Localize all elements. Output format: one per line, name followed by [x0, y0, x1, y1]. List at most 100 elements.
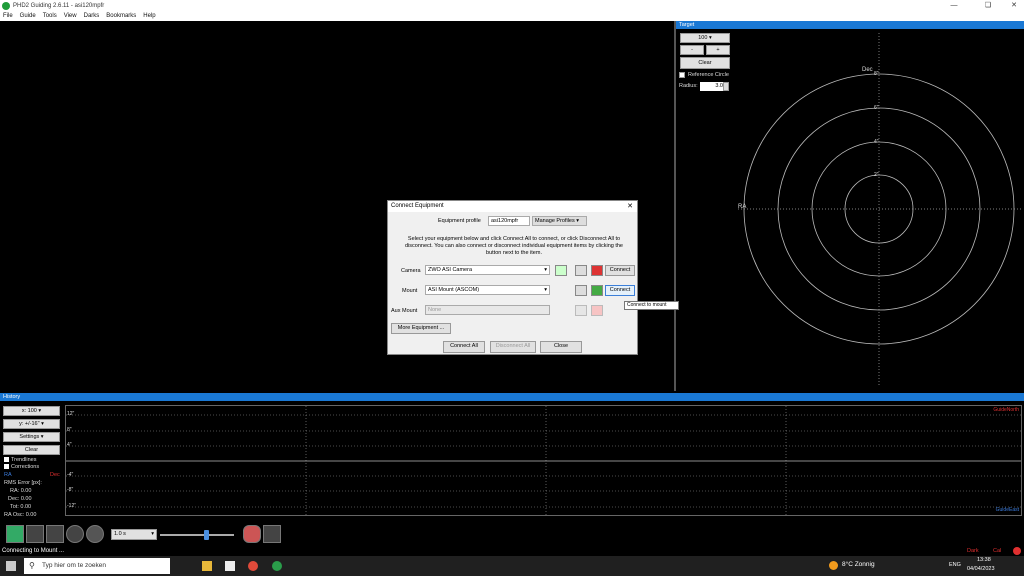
target-panel: Target 100 ▾ - + Clear Reference Circle …: [674, 21, 1024, 391]
phd2-taskbar-icon[interactable]: [272, 561, 282, 571]
exposure-select[interactable]: 1.0 s ▾: [111, 529, 157, 540]
history-graph: 12" 8" 4" -4" -8" -12" GuideNorth GuideE…: [65, 405, 1022, 516]
dark-indicator: Dark: [967, 548, 979, 554]
history-y-select[interactable]: y: +/-16" ▾: [3, 419, 60, 429]
menu-bookmarks[interactable]: Bookmarks: [106, 13, 136, 19]
history-panel: History x: 100 ▾ y: +/-16" ▾ Settings ▾ …: [0, 393, 1024, 521]
brain-icon[interactable]: [243, 525, 261, 543]
stop-icon[interactable]: [86, 525, 104, 543]
rms-tot: Tot: 0.00: [10, 504, 32, 510]
weather-text[interactable]: 8°C Zonnig: [842, 561, 875, 568]
guiding-assistant-icon[interactable]: [263, 525, 281, 543]
ra-osc: RA Osc: 0.00: [4, 512, 37, 518]
history-settings-label: Settings: [19, 434, 40, 440]
cal-indicator: Cal: [993, 548, 1002, 554]
app-icon: [2, 1, 10, 10]
mount-connect-button[interactable]: Connect: [605, 285, 635, 296]
history-y-value: y: +/-16": [19, 421, 40, 427]
use-subframes-icon[interactable]: [6, 525, 24, 543]
menu-file[interactable]: File: [3, 13, 13, 19]
aux-mount-select[interactable]: None: [425, 305, 550, 315]
loop-icon[interactable]: [26, 525, 44, 543]
dialog-close-icon[interactable]: ✕: [627, 201, 633, 212]
manage-profiles-label: Manage Profiles: [535, 218, 575, 224]
manage-profiles-button[interactable]: Manage Profiles ▾: [532, 216, 587, 226]
menu-guide[interactable]: Guide: [20, 13, 36, 19]
target-plot: Dec RA 8" 6" 4" 2": [738, 33, 1022, 387]
ring-tick-8: 8": [874, 71, 879, 77]
dialog-instructions: Select your equipment below and click Co…: [405, 236, 623, 256]
window-title: PHD2 Guiding 2.6.11 - asi120mpfr: [13, 2, 105, 9]
history-x-select[interactable]: x: 100 ▾: [3, 406, 60, 416]
dialog-title-text: Connect Equipment: [391, 203, 444, 209]
corrections-label: Corrections: [11, 464, 40, 470]
trendlines-checkbox[interactable]: [4, 457, 9, 462]
close-button[interactable]: Close: [540, 341, 582, 353]
minimize-icon[interactable]: —: [944, 0, 964, 11]
mount-value: ASI Mount (ASCOM): [428, 287, 480, 293]
history-x-value: x: 100: [21, 408, 37, 414]
gamma-slider[interactable]: [160, 534, 234, 536]
title-bar: PHD2 Guiding 2.6.11 - asi120mpfr — ❏ ✕: [0, 0, 1024, 11]
disconnect-all-button: Disconnect All: [490, 341, 536, 353]
menu-darks[interactable]: Darks: [84, 13, 100, 19]
y-tick-8: 8": [67, 427, 72, 433]
guide-east-label: GuideEast: [995, 507, 1019, 513]
ring-tick-6: 6": [874, 105, 879, 111]
status-dot-icon: [1013, 547, 1021, 555]
camera-disconnected-icon: [591, 265, 603, 276]
guide-icon[interactable]: [66, 525, 84, 543]
file-explorer-icon[interactable]: [202, 561, 212, 571]
mount-disconnected-icon: [591, 285, 603, 296]
close-icon[interactable]: ✕: [1004, 0, 1024, 11]
start-icon[interactable]: [6, 561, 16, 571]
weather-icon: [829, 561, 838, 570]
ra-axis-label: RA: [738, 204, 746, 210]
store-icon[interactable]: [225, 561, 235, 571]
camera-select[interactable]: ZWO ASI Camera ▾: [425, 265, 550, 275]
camera-value: ZWO ASI Camera: [428, 267, 473, 273]
y-tick-4: 4": [67, 442, 72, 448]
maximize-icon[interactable]: ❏: [978, 0, 998, 11]
camera-label: Camera: [401, 268, 421, 274]
mount-label: Mount: [402, 288, 418, 294]
camera-setup-icon[interactable]: [575, 265, 587, 276]
camera-swap-icon[interactable]: [555, 265, 567, 276]
dec-legend: Dec: [50, 472, 60, 478]
y-tick-m12: -12": [67, 503, 77, 509]
connect-equipment-dialog: Connect Equipment ✕ Equipment profile as…: [387, 200, 679, 355]
profile-label: Equipment profile: [438, 218, 481, 224]
mount-setup-icon[interactable]: [575, 285, 587, 296]
chrome-icon[interactable]: [248, 561, 258, 571]
trendlines-label: Trendlines: [11, 457, 37, 463]
language-indicator[interactable]: ENG: [949, 562, 961, 568]
status-message: Connecting to Mount ...: [2, 548, 65, 554]
aux-disconnected-icon: [591, 305, 603, 316]
dialog-title: Connect Equipment ✕: [388, 201, 637, 212]
camera-connect-button[interactable]: Connect: [605, 265, 635, 276]
auto-select-star-icon[interactable]: [46, 525, 64, 543]
history-clear-button[interactable]: Clear: [3, 445, 60, 455]
taskbar-search-input[interactable]: Typ hier om te zoeken: [24, 558, 170, 574]
rms-ra: RA: 0.00: [10, 488, 32, 494]
y-tick-12: 12": [67, 411, 75, 417]
taskbar: Typ hier om te zoeken ⚲ 8°C Zonnig ENG 1…: [0, 556, 1024, 576]
guide-toolbar: 1.0 s ▾: [0, 523, 1024, 545]
profile-select[interactable]: asi120mpfr: [488, 216, 530, 226]
ring-tick-4: 4": [874, 139, 879, 145]
ring-tick-2: 2": [874, 172, 879, 178]
menu-help[interactable]: Help: [143, 13, 155, 19]
more-equipment-button[interactable]: More Equipment ...: [391, 323, 451, 334]
menu-tools[interactable]: Tools: [43, 13, 57, 19]
clock-time[interactable]: 13:38: [977, 557, 991, 563]
gamma-slider-handle[interactable]: [204, 530, 209, 540]
aux-setup-icon: [575, 305, 587, 316]
connect-all-button[interactable]: Connect All: [443, 341, 485, 353]
rms-dec: Dec: 0.00: [8, 496, 32, 502]
corrections-checkbox[interactable]: [4, 464, 9, 469]
exposure-value: 1.0 s: [114, 531, 126, 537]
menu-view[interactable]: View: [64, 13, 77, 19]
clock-date[interactable]: 04/04/2023: [967, 566, 995, 572]
mount-select[interactable]: ASI Mount (ASCOM) ▾: [425, 285, 550, 295]
history-settings-button[interactable]: Settings ▾: [3, 432, 60, 442]
